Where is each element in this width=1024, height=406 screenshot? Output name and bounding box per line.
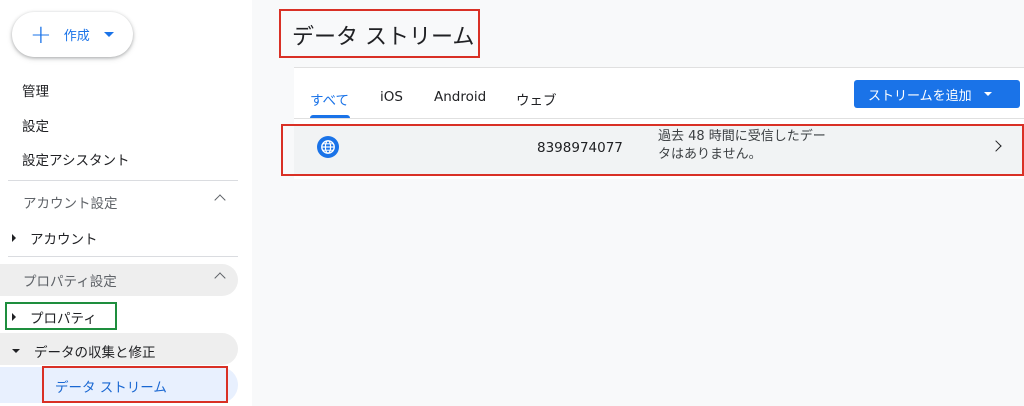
tab-all[interactable]: すべて [310, 89, 349, 109]
caret-down-icon [983, 92, 992, 96]
tab-android[interactable]: Android [434, 89, 486, 105]
chevron-up-icon [214, 194, 226, 206]
create-button[interactable]: + 作成 [12, 12, 133, 57]
tree-item-account-label: アカウント [30, 232, 98, 248]
tree-item-data-collection-label: データの収集と修正 [34, 345, 156, 361]
collapse-arrow-icon [12, 349, 20, 353]
green-highlight-box [5, 302, 117, 330]
tab-web[interactable]: ウェブ [516, 89, 557, 109]
tree-item-data-collection[interactable]: データの収集と修正 [12, 341, 156, 361]
divider [8, 180, 238, 181]
chevron-up-icon [214, 272, 226, 284]
create-label: 作成 [63, 29, 90, 44]
divider [294, 118, 1024, 119]
add-stream-button[interactable]: ストリームを追加 [854, 80, 1020, 108]
tab-ios[interactable]: iOS [380, 89, 403, 105]
section-property-settings[interactable]: プロパティ設定 [8, 265, 238, 295]
caret-down-icon [103, 32, 114, 37]
section-account-settings[interactable]: アカウント設定 [8, 187, 238, 217]
nav-setup-assistant[interactable]: 設定アシスタント [22, 149, 129, 169]
tree-item-account[interactable]: アカウント [12, 228, 98, 248]
add-stream-label: ストリームを追加 [868, 88, 972, 104]
nav-settings[interactable]: 設定 [22, 115, 49, 135]
section-account-label: アカウント設定 [23, 196, 118, 212]
red-highlight-box [279, 9, 480, 58]
red-highlight-box [42, 366, 228, 403]
expand-arrow-icon [12, 234, 16, 242]
sidebar: + 作成 管理 設定 設定アシスタント アカウント設定 アカウント プロパティ設… [0, 0, 252, 406]
nav-admin[interactable]: 管理 [22, 80, 49, 100]
red-highlight-box [281, 124, 1024, 176]
plus-icon: + [30, 19, 52, 50]
divider [8, 256, 238, 257]
section-property-label: プロパティ設定 [23, 274, 117, 290]
